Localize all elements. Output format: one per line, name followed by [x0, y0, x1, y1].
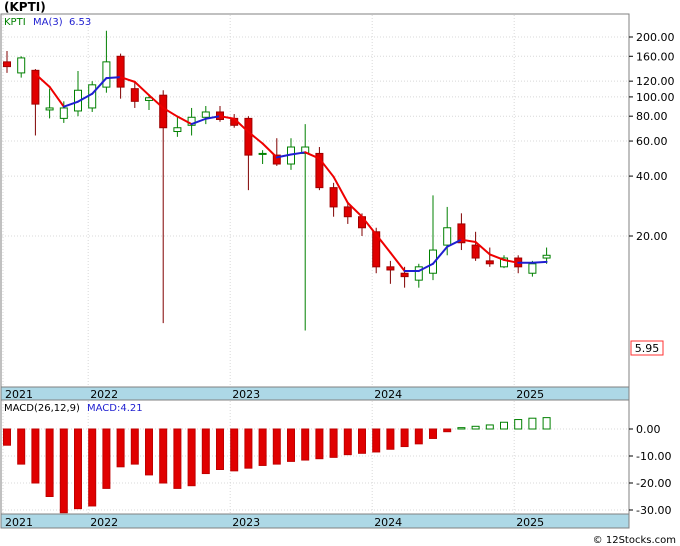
macd-bar — [358, 428, 366, 454]
macd-legend-value: MACD:4.21 — [87, 403, 143, 414]
ma-segment — [531, 260, 548, 264]
macd-bar — [102, 428, 111, 489]
x-tick-label: 2025 — [516, 388, 544, 401]
candle-body — [528, 263, 537, 274]
candle-body — [443, 227, 452, 246]
x-tick-label: 2021 — [5, 516, 33, 529]
ma-segment — [105, 76, 122, 80]
macd-bar — [386, 428, 395, 450]
macd-bar — [471, 425, 480, 430]
macd-bar — [17, 428, 26, 465]
price-y-tick-label: 20.00 — [636, 230, 668, 243]
macd-bar — [301, 428, 310, 461]
x-tick-label: 2025 — [516, 516, 544, 529]
candle-body — [485, 260, 494, 265]
candle-body — [130, 88, 139, 102]
chart-title: (KPTI) — [4, 0, 46, 14]
candle-body — [17, 57, 26, 74]
macd-bar — [528, 417, 537, 430]
price-y-tick-label: 160.00 — [636, 50, 675, 63]
macd-bar — [187, 428, 196, 487]
x-tick-label: 2024 — [374, 388, 402, 401]
candle-body — [159, 94, 168, 129]
candle-body — [258, 152, 267, 155]
macd-bar — [116, 428, 125, 468]
macd-y-tick-label: 0.00 — [636, 423, 661, 436]
macd-bar — [315, 428, 324, 460]
macd-bar — [74, 428, 82, 510]
candle-body — [59, 107, 68, 119]
macd-bar — [343, 428, 352, 456]
macd-bar — [400, 428, 409, 448]
macd-legend-label: MACD(26,12,9) — [4, 403, 80, 414]
candle-body — [173, 127, 182, 133]
ma-legend-label: MA(3) — [33, 17, 63, 28]
macd-bar — [31, 428, 40, 484]
macd-bar — [230, 428, 239, 472]
candle-body — [471, 244, 480, 259]
last-price-tag: 5.95 — [630, 340, 664, 356]
price-y-tick-label: 200.00 — [636, 31, 675, 44]
macd-bar — [216, 428, 224, 470]
candle-body — [542, 254, 551, 259]
price-y-tick-label: 40.00 — [636, 170, 668, 183]
x-tick-label: 2023 — [232, 516, 260, 529]
candle-body — [116, 55, 125, 88]
candle-body — [343, 206, 352, 218]
x-tick-label: 2024 — [374, 516, 402, 529]
ticker-legend: KPTI — [4, 17, 26, 28]
macd-bar — [372, 428, 381, 453]
macd-y-tick-label: -30.00 — [636, 504, 671, 517]
macd-bar — [59, 428, 68, 514]
candle-body — [201, 111, 210, 118]
macd-y-tick-label: -10.00 — [636, 450, 671, 463]
candle-body — [88, 84, 97, 109]
x-tick-label: 2021 — [5, 388, 33, 401]
ma-legend-value: 6.53 — [69, 17, 91, 28]
macd-bar — [244, 428, 253, 469]
candle-body — [102, 61, 111, 88]
credit-text: © 12Stocks.com — [593, 535, 676, 546]
macd-bar — [329, 428, 338, 458]
macd-bar — [258, 428, 267, 466]
macd-bar — [457, 427, 466, 430]
candle-body — [244, 117, 253, 156]
macd-bar — [485, 424, 494, 430]
macd-y-tick-label: -20.00 — [636, 477, 671, 490]
price-y-tick-label: 120.00 — [636, 75, 675, 88]
candle-body — [3, 61, 11, 68]
macd-bar — [173, 428, 182, 489]
price-panel-frame — [0, 13, 630, 388]
macd-bar — [542, 417, 551, 430]
price-y-tick-label: 60.00 — [636, 135, 668, 148]
price-y-tick-label: 80.00 — [636, 110, 668, 123]
macd-bar — [287, 428, 295, 462]
price-y-tick-label: 100.00 — [636, 91, 675, 104]
macd-bar — [201, 428, 210, 475]
macd-bar — [45, 428, 54, 497]
macd-bar — [88, 428, 97, 507]
candle-body — [45, 107, 54, 111]
macd-bar — [130, 428, 139, 465]
macd-bar — [3, 428, 11, 446]
last-price-value: 5.95 — [635, 342, 660, 355]
x-tick-label: 2022 — [90, 516, 118, 529]
candle-body — [386, 266, 395, 271]
x-tick-label: 2022 — [90, 388, 118, 401]
macd-bar — [145, 428, 153, 476]
macd-bar — [514, 419, 523, 430]
macd-bar — [159, 428, 168, 484]
macd-bar — [414, 428, 423, 445]
x-tick-label: 2023 — [232, 388, 260, 401]
macd-bar — [443, 428, 452, 433]
macd-bar — [500, 421, 508, 430]
candle-body — [400, 272, 409, 278]
price-chart: 200.00 160.00 120.00 100.00 80.00 60.00 40.00 2… — [0, 0, 680, 546]
macd-bar — [429, 428, 437, 439]
candle-body — [329, 187, 338, 208]
macd-bar — [272, 428, 281, 465]
